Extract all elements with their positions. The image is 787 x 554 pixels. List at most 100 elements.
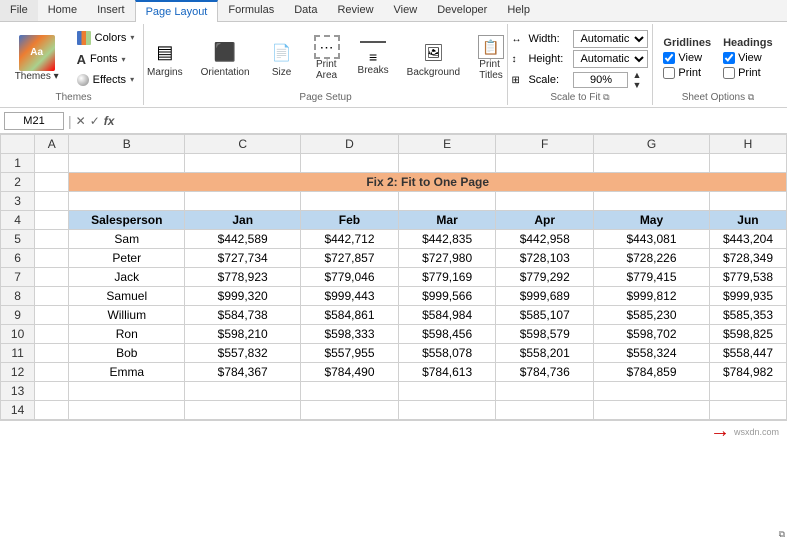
cell-willium-jan[interactable]: $584,738 (185, 306, 301, 325)
row-num-5[interactable]: 5 (1, 230, 35, 249)
cell-jack-mar[interactable]: $779,169 (398, 268, 496, 287)
cell-A1[interactable] (35, 154, 69, 173)
row-num-7[interactable]: 7 (1, 268, 35, 287)
cell-E13[interactable] (398, 382, 496, 401)
cell-F14[interactable] (496, 401, 594, 420)
cell-sam-may[interactable]: $443,081 (594, 230, 710, 249)
tab-insert[interactable]: Insert (87, 0, 135, 21)
cell-emma-apr[interactable]: $784,736 (496, 363, 594, 382)
print-area-button[interactable]: ⋯ PrintArea (307, 32, 347, 84)
cell-emma-may[interactable]: $784,859 (594, 363, 710, 382)
cell-bob-feb[interactable]: $557,955 (301, 344, 399, 363)
row-num-2[interactable]: 2 (1, 173, 35, 192)
tab-help[interactable]: Help (497, 0, 540, 21)
cell-samuel-name[interactable]: Samuel (69, 287, 185, 306)
tab-file[interactable]: File (0, 0, 38, 21)
cell-A3[interactable] (35, 192, 69, 211)
fonts-button[interactable]: A Fonts ▾ (72, 49, 140, 70)
scale-down-button[interactable]: ▼ (632, 80, 641, 90)
insert-function-icon[interactable]: fx (104, 114, 115, 128)
cell-willium-apr[interactable]: $585,107 (496, 306, 594, 325)
col-header-G[interactable]: G (594, 135, 710, 154)
cell-F3[interactable] (496, 192, 594, 211)
scale-input[interactable] (573, 72, 628, 88)
cell-C13[interactable] (185, 382, 301, 401)
cell-E1[interactable] (398, 154, 496, 173)
cell-samuel-apr[interactable]: $999,689 (496, 287, 594, 306)
row-num-9[interactable]: 9 (1, 306, 35, 325)
cell-A5[interactable] (35, 230, 69, 249)
row-num-3[interactable]: 3 (1, 192, 35, 211)
cell-A10[interactable] (35, 325, 69, 344)
formula-input[interactable] (118, 112, 783, 130)
col-header-D[interactable]: D (301, 135, 399, 154)
cell-samuel-may[interactable]: $999,812 (594, 287, 710, 306)
cell-H3[interactable] (709, 192, 786, 211)
row-num-12[interactable]: 12 (1, 363, 35, 382)
cell-G13[interactable] (594, 382, 710, 401)
cell-sam-name[interactable]: Sam (69, 230, 185, 249)
cell-jack-apr[interactable]: $779,292 (496, 268, 594, 287)
gridlines-view-checkbox[interactable] (663, 52, 675, 64)
cell-H13[interactable] (709, 382, 786, 401)
cell-willium-name[interactable]: Willium (69, 306, 185, 325)
cell-peter-feb[interactable]: $727,857 (301, 249, 399, 268)
row-num-1[interactable]: 1 (1, 154, 35, 173)
tab-review[interactable]: Review (327, 0, 383, 21)
tab-home[interactable]: Home (38, 0, 87, 21)
cell-sam-jan[interactable]: $442,589 (185, 230, 301, 249)
cell-sam-feb[interactable]: $442,712 (301, 230, 399, 249)
cell-emma-jan[interactable]: $784,367 (185, 363, 301, 382)
cell-jack-feb[interactable]: $779,046 (301, 268, 399, 287)
cell-B3[interactable] (69, 192, 185, 211)
page-setup-dialog-icon[interactable]: ⧉ (779, 529, 785, 540)
cell-A2[interactable] (35, 173, 69, 192)
cell-B14[interactable] (69, 401, 185, 420)
cell-emma-feb[interactable]: $784,490 (301, 363, 399, 382)
col-header-A[interactable]: A (35, 135, 69, 154)
cell-jack-may[interactable]: $779,415 (594, 268, 710, 287)
cell-ron-may[interactable]: $598,702 (594, 325, 710, 344)
cell-F1[interactable] (496, 154, 594, 173)
cell-emma-name[interactable]: Emma (69, 363, 185, 382)
cell-C3[interactable] (185, 192, 301, 211)
background-button[interactable]: 🖼 Background (400, 36, 467, 81)
colors-button[interactable]: Colors ▾ (72, 28, 140, 48)
cell-B1[interactable] (69, 154, 185, 173)
cell-A13[interactable] (35, 382, 69, 401)
cell-E3[interactable] (398, 192, 496, 211)
cell-jack-jan[interactable]: $778,923 (185, 268, 301, 287)
cell-C1[interactable] (185, 154, 301, 173)
cell-A11[interactable] (35, 344, 69, 363)
col-header-F[interactable]: F (496, 135, 594, 154)
tab-formulas[interactable]: Formulas (218, 0, 284, 21)
cell-willium-mar[interactable]: $584,984 (398, 306, 496, 325)
gridlines-print-checkbox[interactable] (663, 67, 675, 79)
cell-A8[interactable] (35, 287, 69, 306)
cell-ron-jun[interactable]: $598,825 (709, 325, 786, 344)
cell-bob-jun[interactable]: $558,447 (709, 344, 786, 363)
row-num-14[interactable]: 14 (1, 401, 35, 420)
cell-H14[interactable] (709, 401, 786, 420)
cell-H1[interactable] (709, 154, 786, 173)
confirm-formula-icon[interactable]: ✓ (90, 114, 100, 128)
size-button[interactable]: 📄 Size (261, 36, 303, 81)
cell-willium-feb[interactable]: $584,861 (301, 306, 399, 325)
cell-A7[interactable] (35, 268, 69, 287)
cell-D3[interactable] (301, 192, 399, 211)
col-header-E[interactable]: E (398, 135, 496, 154)
cell-willium-may[interactable]: $585,230 (594, 306, 710, 325)
tab-view[interactable]: View (384, 0, 428, 21)
row-num-6[interactable]: 6 (1, 249, 35, 268)
margins-button[interactable]: ▤ Margins (140, 36, 190, 81)
breaks-button[interactable]: ≡ Breaks (351, 38, 396, 79)
cell-ron-apr[interactable]: $598,579 (496, 325, 594, 344)
tab-developer[interactable]: Developer (427, 0, 497, 21)
row-num-4[interactable]: 4 (1, 211, 35, 230)
cell-A6[interactable] (35, 249, 69, 268)
cell-ron-mar[interactable]: $598,456 (398, 325, 496, 344)
tab-data[interactable]: Data (284, 0, 327, 21)
orientation-button[interactable]: ⬛ Orientation (194, 36, 257, 81)
row-num-13[interactable]: 13 (1, 382, 35, 401)
cell-D14[interactable] (301, 401, 399, 420)
